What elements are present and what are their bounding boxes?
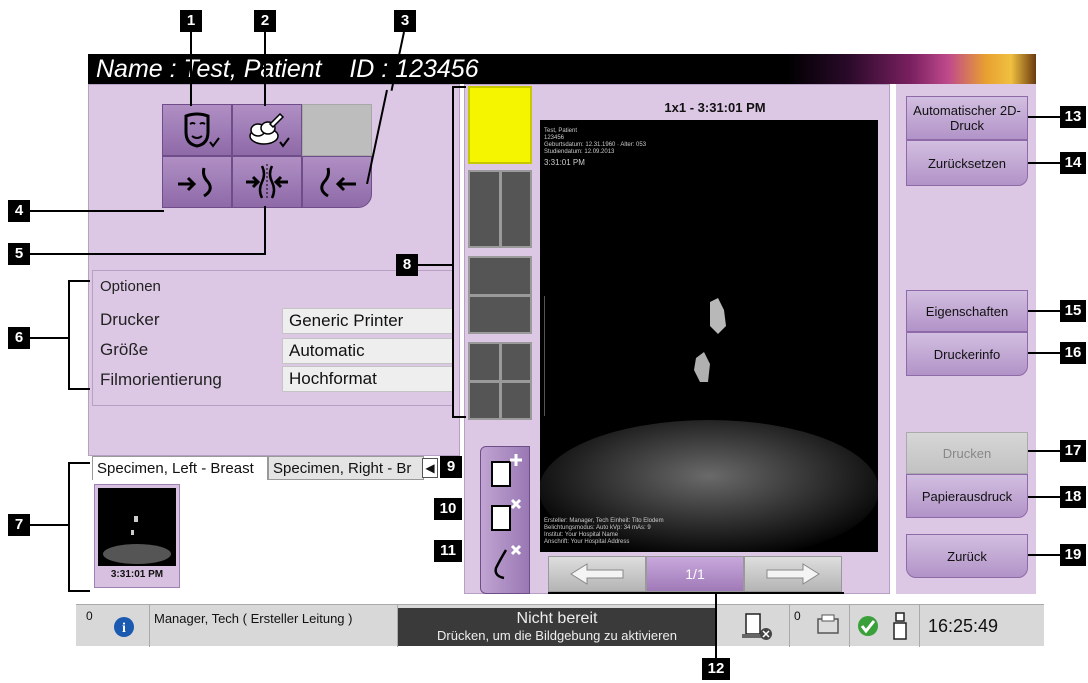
options-title: Optionen	[100, 278, 161, 295]
remove-image-icon	[494, 544, 522, 580]
current-user: Manager, Tech ( Ersteller Leitung )	[154, 611, 353, 626]
reset-button[interactable]: Zurücksetzen	[906, 140, 1028, 186]
imaging-status-button[interactable]: Nicht bereit Drücken, um die Bildgebung …	[398, 608, 716, 646]
svg-text:i: i	[122, 621, 126, 636]
orientation-label: Filmorientierung	[100, 370, 222, 389]
patient-header: Name : Test, Patient ID : 123456	[88, 54, 1036, 84]
add-page-icon	[491, 454, 522, 487]
info-icon: i	[114, 617, 134, 637]
status-title: Nicht bereit	[516, 610, 598, 627]
callout-1: 1	[180, 10, 202, 32]
arrow-right-breast-icon	[178, 167, 212, 198]
alert-count: 0	[86, 609, 93, 623]
size-select[interactable]: Automatic	[282, 338, 454, 364]
callout-7: 7	[8, 514, 30, 536]
arrow-left-breast-icon	[320, 167, 356, 198]
callout-19: 19	[1060, 544, 1086, 566]
callout-13: 13	[1060, 106, 1086, 128]
layout-2x2[interactable]	[468, 342, 532, 420]
overlay-operator: Ersteller: Manager, Tech Einheit: Tito E…	[544, 518, 664, 524]
empty-view-slot	[302, 104, 372, 156]
tab-specimen-right[interactable]: Specimen, Right - Br	[268, 456, 424, 480]
device-status[interactable]	[728, 605, 790, 647]
system-status[interactable]	[850, 605, 920, 647]
printer-label: Drucker	[100, 310, 160, 329]
specimen-xray	[540, 296, 878, 552]
printer-select[interactable]: Generic Printer	[282, 308, 454, 334]
properties-button[interactable]: Eigenschaften	[906, 290, 1028, 332]
image-position-right-button[interactable]	[162, 156, 232, 208]
preview-title: 1x1 - 3:31:01 PM	[664, 100, 766, 115]
print-preview-image[interactable]: Test, Patient 123456 Geburtsdatum: 12.31…	[540, 120, 878, 552]
back-button[interactable]: Zurück	[906, 534, 1028, 578]
clock: 16:25:49	[928, 616, 999, 636]
callout-12: 12	[702, 658, 730, 680]
cloud-edit-icon	[249, 112, 290, 148]
clock-section: 16:25:49	[920, 605, 1044, 647]
next-page-button[interactable]	[744, 556, 842, 592]
remove-page-icon	[491, 498, 522, 531]
callout-9: 9	[440, 456, 462, 478]
orientation-select[interactable]: Hochformat	[282, 366, 454, 392]
previous-page-button[interactable]	[548, 556, 646, 592]
overlay-institution: Institut: Your Hospital Name	[544, 532, 619, 538]
callout-5: 5	[8, 243, 30, 265]
alerts-section[interactable]: 0 i	[76, 605, 150, 647]
face-view-button[interactable]	[162, 104, 232, 156]
callout-14: 14	[1060, 152, 1086, 174]
image-thumbnail[interactable]: 3:31:01 PM	[94, 484, 180, 588]
layout-2x1[interactable]	[468, 256, 532, 334]
patient-info: Name : Test, Patient ID : 123456	[96, 55, 479, 83]
paper-print-button[interactable]: Papierausdruck	[906, 474, 1028, 518]
callout-17: 17	[1060, 440, 1086, 462]
callout-18: 18	[1060, 486, 1086, 508]
user-section[interactable]: Manager, Tech ( Ersteller Leitung )	[150, 605, 398, 647]
callout-3: 3	[394, 10, 416, 32]
remove-image-button[interactable]	[484, 540, 526, 584]
arrow-left-icon	[570, 563, 624, 585]
tube-disconnected-icon	[742, 613, 772, 640]
callout-4: 4	[8, 200, 30, 222]
overlay-exposure: Belichtungsmodus: Auto kVp: 34 mAs: 9	[544, 525, 651, 531]
face-icon	[184, 112, 220, 148]
page-indicator: 1/1	[646, 556, 744, 592]
arrows-center-icon	[246, 164, 288, 200]
auto-2d-print-button[interactable]: Automatischer 2D-Druck	[906, 96, 1028, 140]
callout-8: 8	[396, 254, 418, 276]
overlay-address: Anschrift: Your Hospital Address	[544, 539, 630, 545]
image-position-center-button[interactable]	[232, 156, 302, 208]
callout-6: 6	[8, 327, 30, 349]
header-logo-banner	[786, 54, 1036, 84]
thumbnail-xray	[103, 516, 171, 564]
detector-icon	[893, 612, 907, 640]
check-ok-icon	[858, 616, 878, 636]
remove-page-button[interactable]	[484, 496, 526, 536]
print-button[interactable]: Drucken	[906, 432, 1028, 474]
output-queue-icon	[817, 614, 839, 634]
callout-2: 2	[254, 10, 276, 32]
add-page-button[interactable]	[484, 452, 526, 492]
size-label: Größe	[100, 340, 149, 359]
arrow-right-icon	[766, 563, 820, 585]
layout-1x2[interactable]	[468, 170, 532, 248]
layout-1x1[interactable]	[468, 86, 532, 164]
annotation-view-button[interactable]	[232, 104, 302, 156]
callout-15: 15	[1060, 300, 1086, 322]
page-navigation: 1/1	[548, 556, 842, 592]
queue-count: 0	[794, 609, 801, 623]
image-position-left-button[interactable]	[302, 156, 372, 208]
thumbnail-image	[98, 488, 176, 566]
status-subtitle: Drücken, um die Bildgebung zu aktivieren	[437, 628, 677, 643]
thumbnail-time: 3:31:01 PM	[110, 569, 164, 580]
queue-section[interactable]: 0	[790, 605, 850, 647]
callout-11: 11	[434, 540, 462, 562]
tab-specimen-left[interactable]: Specimen, Left - Breast	[92, 456, 268, 480]
chevron-left-icon[interactable]: ◀	[422, 458, 438, 478]
callout-10: 10	[434, 498, 462, 520]
printer-info-button[interactable]: Druckerinfo	[906, 332, 1028, 376]
callout-16: 16	[1060, 342, 1086, 364]
